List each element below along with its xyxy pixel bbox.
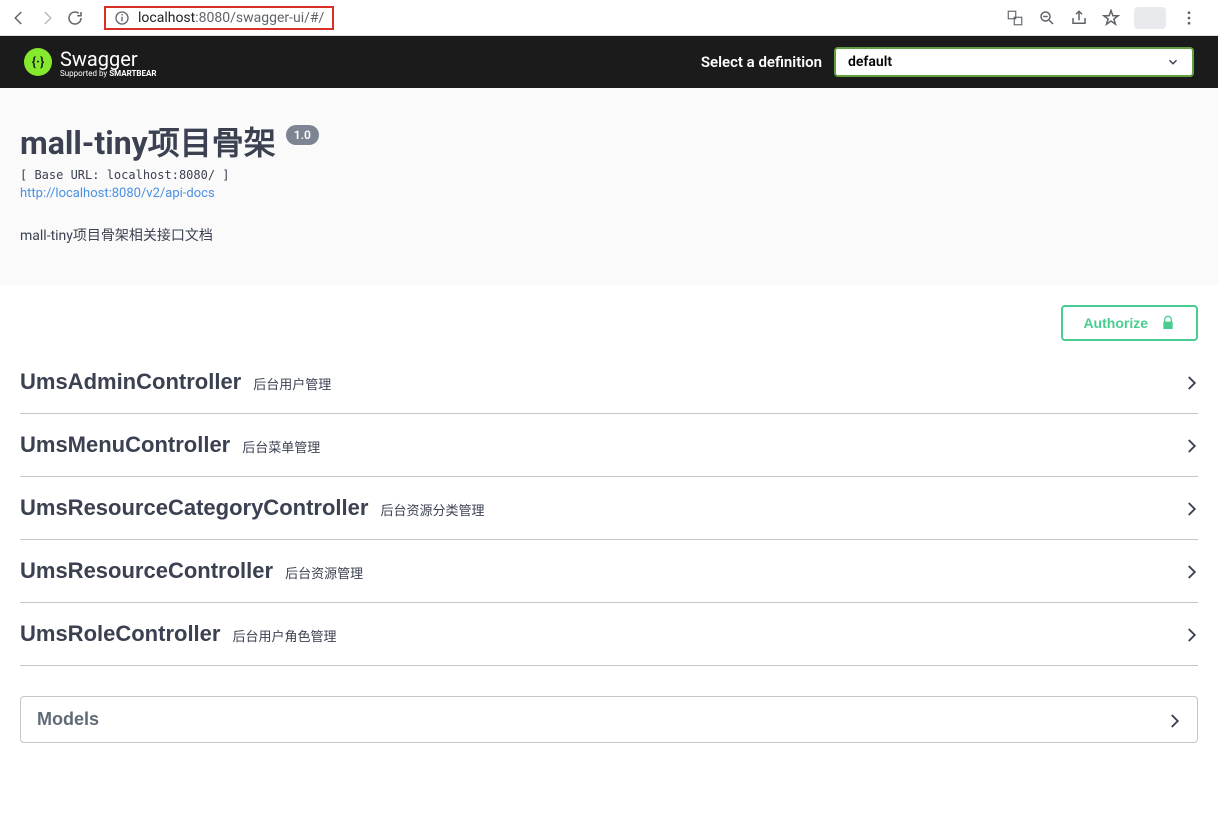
authorize-button-label: Authorize (1083, 315, 1148, 331)
auth-section: Authorize (0, 285, 1218, 351)
star-icon[interactable] (1102, 9, 1120, 27)
definition-selected-value: default (848, 54, 892, 70)
menu-icon[interactable] (1180, 9, 1198, 27)
url-text: localhost:8080/swagger-ui/#/ (138, 10, 324, 26)
chevron-down-icon (1166, 55, 1180, 69)
tag-row[interactable]: UmsAdminController 后台用户管理 (20, 351, 1198, 414)
reload-icon[interactable] (66, 9, 84, 27)
version-badge: 1.0 (286, 125, 319, 145)
tag-row[interactable]: UmsMenuController 后台菜单管理 (20, 414, 1198, 477)
tag-row[interactable]: UmsResourceCategoryController 后台资源分类管理 (20, 477, 1198, 540)
models-section-header[interactable]: Models (20, 696, 1198, 743)
swagger-topbar: {·} Swagger Supported by SMARTBEAR Selec… (0, 36, 1218, 88)
chevron-right-icon (1182, 374, 1198, 390)
definition-select[interactable]: default (834, 47, 1194, 77)
api-docs-link[interactable]: http://localhost:8080/v2/api-docs (20, 186, 215, 201)
share-icon[interactable] (1070, 9, 1088, 27)
chevron-right-icon (1182, 437, 1198, 453)
tag-name: UmsAdminController (20, 369, 241, 395)
operations-section: UmsAdminController 后台用户管理 UmsMenuControl… (0, 351, 1218, 763)
authorize-button[interactable]: Authorize (1061, 305, 1198, 341)
browser-toolbar: localhost:8080/swagger-ui/#/ (0, 0, 1218, 36)
api-title: mall-tiny项目骨架 1.0 (20, 118, 319, 164)
chevron-right-icon (1182, 563, 1198, 579)
zoom-icon[interactable] (1038, 9, 1056, 27)
swagger-logo-icon: {·} (24, 48, 52, 76)
profile-avatar[interactable] (1134, 7, 1166, 29)
swagger-brand-text: Swagger (60, 47, 138, 71)
info-icon[interactable] (114, 10, 130, 26)
chevron-right-icon (1165, 712, 1181, 728)
swagger-brand-subtext: Supported by SMARTBEAR (60, 69, 157, 78)
tag-description: 后台用户角色管理 (232, 626, 336, 645)
tag-row[interactable]: UmsResourceController 后台资源管理 (20, 540, 1198, 603)
models-title: Models (37, 709, 99, 730)
base-url-text: [ Base URL: localhost:8080/ ] (20, 168, 1198, 182)
lock-icon (1160, 315, 1176, 331)
tag-name: UmsMenuController (20, 432, 230, 458)
forward-icon[interactable] (38, 9, 56, 27)
translate-icon[interactable] (1006, 9, 1024, 27)
tag-description: 后台用户管理 (253, 374, 331, 393)
tag-name: UmsResourceCategoryController (20, 495, 368, 521)
tag-description: 后台菜单管理 (242, 437, 320, 456)
swagger-logo[interactable]: {·} Swagger Supported by SMARTBEAR (24, 47, 157, 78)
definition-label: Select a definition (701, 53, 822, 71)
tag-description: 后台资源管理 (285, 563, 363, 582)
api-info-section: mall-tiny项目骨架 1.0 [ Base URL: localhost:… (0, 88, 1218, 285)
chevron-right-icon (1182, 626, 1198, 642)
address-bar[interactable]: localhost:8080/swagger-ui/#/ (94, 6, 996, 30)
back-icon[interactable] (10, 9, 28, 27)
chevron-right-icon (1182, 500, 1198, 516)
api-description: mall-tiny项目骨架相关接口文档 (20, 225, 1198, 245)
tag-description: 后台资源分类管理 (380, 500, 484, 519)
tag-name: UmsRoleController (20, 621, 220, 647)
tag-row[interactable]: UmsRoleController 后台用户角色管理 (20, 603, 1198, 666)
tag-name: UmsResourceController (20, 558, 273, 584)
